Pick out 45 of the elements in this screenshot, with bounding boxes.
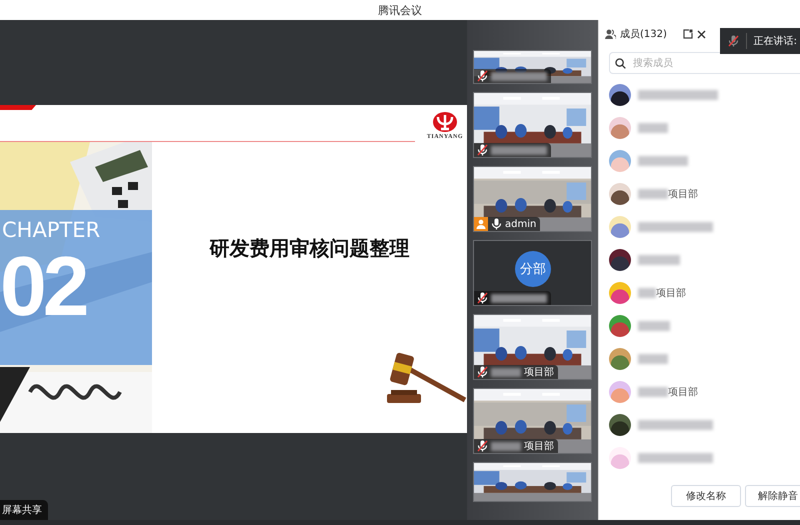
member-avatar bbox=[609, 414, 631, 436]
window-title: 腾讯会议 bbox=[378, 2, 422, 18]
members-icon bbox=[605, 29, 616, 39]
logo-icon bbox=[432, 111, 458, 133]
redacted-name bbox=[491, 368, 521, 376]
chapter-number: 02 bbox=[0, 242, 87, 330]
video-tile[interactable]: 项目部 bbox=[473, 314, 592, 380]
redacted-name bbox=[491, 146, 547, 154]
redacted-name bbox=[491, 294, 547, 302]
chapter-label: CHAPTER bbox=[1, 218, 102, 242]
member-avatar bbox=[609, 216, 631, 238]
panel-title: 成员(132) bbox=[620, 28, 668, 41]
member-avatar bbox=[609, 348, 631, 370]
member-avatar bbox=[609, 314, 631, 336]
close-icon[interactable] bbox=[697, 30, 706, 38]
member-avatar bbox=[609, 116, 631, 138]
slide-title: 研发费用审核问题整理 bbox=[210, 235, 410, 261]
member-avatar bbox=[609, 282, 631, 304]
redacted-name bbox=[491, 442, 521, 450]
person-icon bbox=[476, 219, 486, 229]
participant-avatar: 分部 bbox=[515, 251, 551, 287]
speaking-label: 正在讲话: bbox=[754, 34, 797, 48]
participant-name: admin bbox=[505, 218, 536, 230]
participant-name: 项目部 bbox=[524, 440, 554, 453]
member-name: 项目部 bbox=[656, 286, 686, 300]
video-tile[interactable]: 项目部 bbox=[473, 388, 592, 454]
member-name: 项目部 bbox=[668, 188, 698, 200]
slide-accent bbox=[0, 105, 36, 110]
member-avatar bbox=[609, 182, 631, 204]
video-tile[interactable]: admin bbox=[473, 166, 592, 232]
unmute-button[interactable]: 解除静音 bbox=[745, 485, 800, 507]
screen-share-label: 屏幕共享 bbox=[0, 500, 48, 520]
video-tile[interactable]: 分部 bbox=[473, 240, 592, 306]
member-name: 项目部 bbox=[668, 386, 698, 398]
redacted-name bbox=[491, 72, 547, 80]
search-icon bbox=[615, 58, 626, 69]
member-avatar bbox=[609, 150, 631, 172]
participant-name: 项目部 bbox=[524, 366, 554, 379]
member-avatar bbox=[609, 84, 631, 106]
search-field[interactable]: 搜索成员 bbox=[609, 52, 800, 74]
member-avatar bbox=[609, 380, 631, 402]
pop-out-icon[interactable] bbox=[683, 29, 693, 39]
member-avatar bbox=[609, 248, 631, 270]
rename-button[interactable]: 修改名称 bbox=[671, 485, 741, 507]
member-avatar bbox=[609, 446, 631, 468]
